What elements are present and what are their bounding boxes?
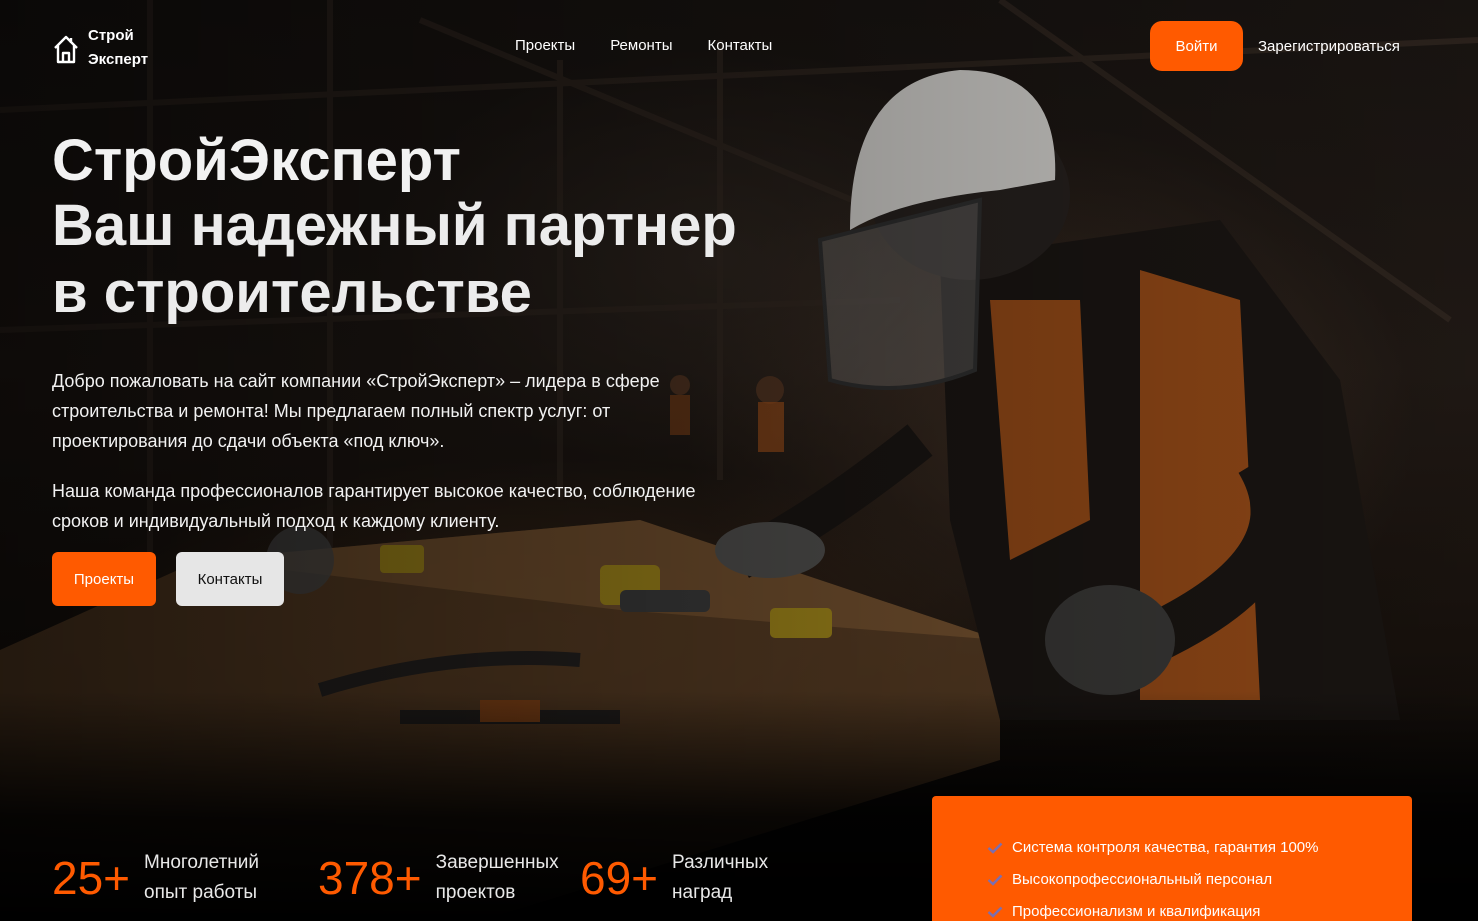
hero-intro-paragraph: Добро пожаловать на сайт компании «Строй… xyxy=(52,371,660,451)
house-icon xyxy=(54,35,78,64)
stat-label-line2: опыт работы xyxy=(144,882,258,903)
stat-awards: 69+ Различных наград xyxy=(580,848,768,908)
hero-tagline-line2: в строительстве xyxy=(52,260,532,325)
feature-item: Система контроля качества, гарантия 100% xyxy=(987,832,1412,864)
feature-text: Система контроля качества, гарантия 100% xyxy=(1012,839,1319,856)
stat-label-line1: Различных xyxy=(672,852,769,873)
hero-actions: Проекты Контакты xyxy=(52,552,284,606)
tagline-suffix: партнер xyxy=(487,193,737,258)
stat-value: 378+ xyxy=(318,852,422,904)
projects-button[interactable]: Проекты xyxy=(52,552,156,606)
logo-line-1: Строй xyxy=(88,27,134,44)
tagline-bold: надежный xyxy=(190,193,488,258)
hero-title: СтройЭксперт Ваш надежный партнер в стро… xyxy=(52,130,737,326)
feature-text: Профессионализм и квалификация xyxy=(1012,903,1261,920)
stat-value: 25+ xyxy=(52,852,131,904)
nav-projects[interactable]: Проекты xyxy=(515,37,575,54)
feature-text: Высокопрофессиональный персонал xyxy=(1012,871,1273,888)
stat-label: Завершенных проектов xyxy=(436,848,559,908)
register-link[interactable]: Зарегистрироваться xyxy=(1258,38,1400,55)
auth-controls: Войти Зарегистрироваться xyxy=(1150,21,1400,71)
stat-label: Многолетний опыт работы xyxy=(144,848,259,908)
tagline-prefix: Ваш xyxy=(52,193,191,258)
stat-projects: 378+ Завершенных проектов xyxy=(318,848,580,908)
logo[interactable]: Строй Эксперт xyxy=(52,24,148,72)
logo-line-2: Эксперт xyxy=(88,51,149,68)
stat-experience: 25+ Многолетний опыт работы xyxy=(52,848,318,908)
feature-item: Высокопрофессиональный персонал xyxy=(987,864,1412,896)
stat-label-line2: проектов xyxy=(435,882,516,903)
main-nav: Проекты Ремонты Контакты xyxy=(515,37,772,54)
hero-brand: СтройЭксперт xyxy=(52,128,461,193)
logo-text: Строй Эксперт xyxy=(88,24,148,72)
nav-repairs[interactable]: Ремонты xyxy=(610,37,672,54)
nav-contacts[interactable]: Контакты xyxy=(707,37,772,54)
stat-label-line1: Завершенных xyxy=(435,852,559,873)
contacts-button[interactable]: Контакты xyxy=(176,552,284,606)
hero-team-paragraph: Наша команда профессионалов гарантирует … xyxy=(52,481,696,531)
stats-row: 25+ Многолетний опыт работы 378+ Завершен… xyxy=(52,848,768,908)
stat-label: Различных наград xyxy=(672,848,768,908)
login-button[interactable]: Войти xyxy=(1150,21,1243,71)
check-icon xyxy=(987,906,1003,918)
check-icon xyxy=(987,842,1003,854)
check-icon xyxy=(987,874,1003,886)
stat-label-line2: наград xyxy=(672,882,733,903)
stat-label-line1: Многолетний xyxy=(144,852,260,873)
hero-tagline: Ваш надежный партнер xyxy=(52,192,737,259)
stat-value: 69+ xyxy=(580,852,659,904)
features-card: Система контроля качества, гарантия 100%… xyxy=(932,796,1412,921)
feature-item: Профессионализм и квалификация xyxy=(987,896,1412,921)
